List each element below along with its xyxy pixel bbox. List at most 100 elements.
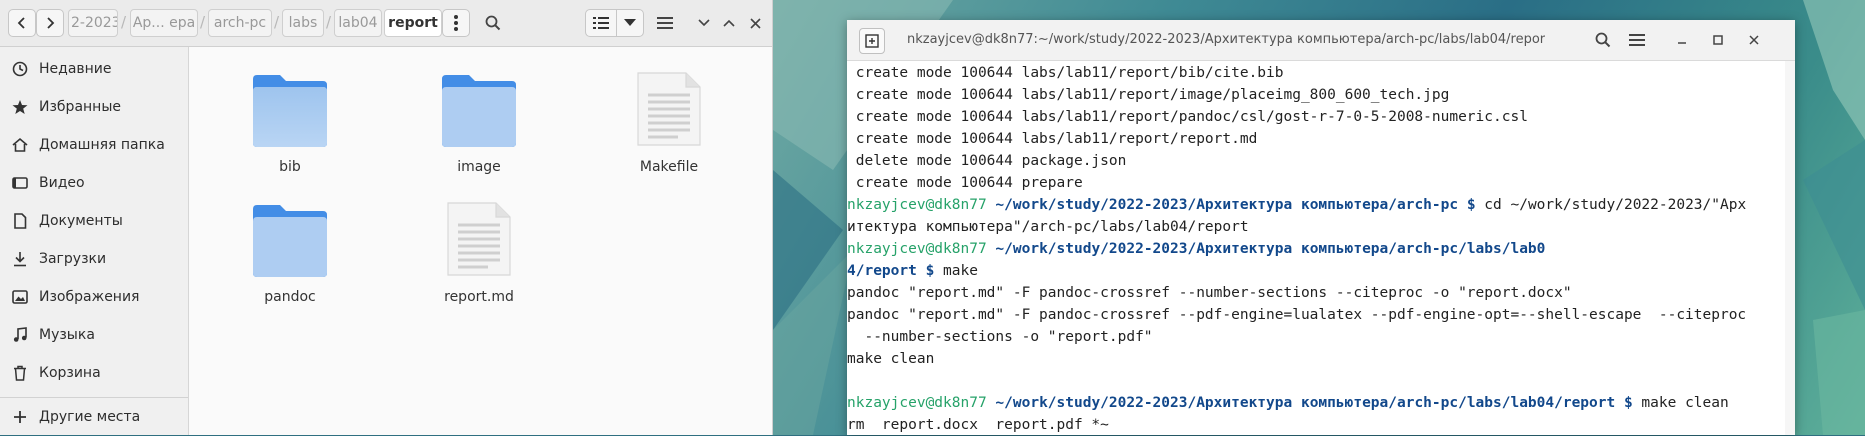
back-button[interactable] <box>8 9 36 37</box>
sidebar-item-label: Видео <box>39 175 85 191</box>
sidebar-item-trash[interactable]: Корзина <box>0 354 188 392</box>
terminal-line: итектура компьютера"/arch-pc/labs/lab04/… <box>847 219 1249 235</box>
prompt-user: nkzayjcev@dk8n77 <box>847 241 987 257</box>
file-item-bib[interactable]: bib <box>215 49 365 175</box>
video-icon <box>11 174 29 192</box>
terminal-line: create mode 100644 labs/lab11/report/bib… <box>847 65 1284 81</box>
sidebar-item-home[interactable]: Домашняя папка <box>0 126 188 164</box>
plus-icon <box>11 408 29 426</box>
terminal-close-button[interactable] <box>1742 28 1766 52</box>
sidebar-item-other-locations[interactable]: Другие места <box>0 398 188 436</box>
terminal-output[interactable]: create mode 100644 labs/lab11/report/bib… <box>847 61 1785 436</box>
terminal-minimize-button[interactable] <box>1670 28 1694 52</box>
close-icon <box>749 17 761 29</box>
terminal-line: --number-sections -o "report.pdf" <box>847 329 1153 345</box>
chevron-right-icon <box>47 17 55 29</box>
folder-icon <box>253 205 327 277</box>
prompt-path: ~/work/study/2022-2023/Архитектура компь… <box>986 241 1546 257</box>
music-icon <box>11 326 29 344</box>
sidebar-item-label: Другие места <box>39 409 141 425</box>
new-tab-button[interactable] <box>859 28 885 54</box>
terminal-line: pandoc "report.md" -F pandoc-crossref --… <box>847 285 1572 301</box>
chevron-down-icon <box>698 19 710 27</box>
file-manager-window: 2-2023 / Ар... ера / arch-pc / labs / la… <box>0 0 773 435</box>
command-text: cd ~/work/study/2022-2023/"Арх <box>1475 197 1747 213</box>
sidebar-item-label: Документы <box>39 213 123 229</box>
file-name: report.md <box>444 289 514 305</box>
sidebar-item-label: Домашняя папка <box>39 137 165 153</box>
sidebar-item-pictures[interactable]: Изображения <box>0 278 188 316</box>
search-icon <box>1595 32 1611 48</box>
prompt-dollar: $ <box>1458 197 1476 213</box>
file-item-report-md[interactable]: report.md <box>404 179 554 305</box>
file-name: pandoc <box>264 289 316 305</box>
terminal-maximize-button[interactable] <box>1706 28 1730 52</box>
prompt-dollar: $ <box>1615 395 1633 411</box>
list-view-button[interactable] <box>585 9 617 37</box>
prompt-path: 4/report <box>847 263 917 279</box>
breadcrumb-item[interactable]: labs <box>282 9 324 37</box>
home-icon <box>11 136 29 154</box>
chevron-left-icon <box>17 17 25 29</box>
chevron-up-icon <box>723 19 735 27</box>
search-icon <box>485 15 501 31</box>
breadcrumb-item[interactable]: arch-pc <box>208 9 272 37</box>
text-file-icon <box>447 202 511 276</box>
prompt-dollar: $ <box>916 263 935 279</box>
sidebar-item-downloads[interactable]: Загрузки <box>0 240 188 278</box>
breadcrumb-item[interactable]: Ар... ера <box>130 9 198 37</box>
close-icon <box>1749 35 1759 45</box>
path-menu-button[interactable] <box>442 9 470 37</box>
terminal-line: make clean <box>847 351 935 367</box>
list-view-icon <box>593 17 609 29</box>
sidebar-item-starred[interactable]: Избранные <box>0 88 188 126</box>
breadcrumb-separator: / <box>200 13 206 31</box>
sidebar-item-videos[interactable]: Видео <box>0 164 188 202</box>
file-name: image <box>457 159 501 175</box>
file-name: bib <box>279 159 301 175</box>
main-menu-button[interactable] <box>651 9 679 37</box>
terminal-prompt-line: nkzayjcev@dk8n77 ~/work/study/2022-2023/… <box>847 194 1785 216</box>
minimize-button[interactable] <box>690 9 718 37</box>
terminal-prompt-line: nkzayjcev@dk8n77 ~/work/study/2022-2023/… <box>847 392 1785 414</box>
file-item-image[interactable]: image <box>404 49 554 175</box>
maximize-button[interactable] <box>715 9 743 37</box>
clock-icon <box>11 60 29 78</box>
terminal-line: create mode 100644 labs/lab11/report/ima… <box>847 87 1450 103</box>
prompt-path: ~/work/study/2022-2023/Архитектура компь… <box>986 395 1616 411</box>
hamburger-icon <box>657 17 673 29</box>
sidebar-item-music[interactable]: Музыка <box>0 316 188 354</box>
forward-button[interactable] <box>36 9 64 37</box>
file-manager-header: 2-2023 / Ар... ера / arch-pc / labs / la… <box>0 0 772 47</box>
prompt-path: ~/work/study/2022-2023/Архитектура компь… <box>986 197 1459 213</box>
view-options-button[interactable] <box>616 9 644 37</box>
minimize-icon <box>1678 42 1686 44</box>
sidebar-item-label: Недавние <box>39 61 112 77</box>
folder-icon <box>442 75 516 147</box>
terminal-line: delete mode 100644 package.json <box>847 153 1127 169</box>
breadcrumb-item[interactable]: lab04 <box>334 9 382 37</box>
file-item-makefile[interactable]: Makefile <box>594 49 744 175</box>
sidebar: Недавние Избранные Домашняя папка Видео … <box>0 47 189 435</box>
terminal-search-button[interactable] <box>1591 28 1615 52</box>
sidebar-item-documents[interactable]: Документы <box>0 202 188 240</box>
terminal-title: nkzayjcev@dk8n77:~/work/study/2022-2023/… <box>907 32 1545 47</box>
close-button[interactable] <box>741 9 769 37</box>
new-tab-icon <box>865 34 879 48</box>
terminal-menu-button[interactable] <box>1625 28 1649 52</box>
folder-icon <box>253 75 327 147</box>
sidebar-item-label: Корзина <box>39 365 101 381</box>
terminal-line: create mode 100644 labs/lab11/report/pan… <box>847 109 1528 125</box>
text-file-icon <box>637 72 701 146</box>
sidebar-item-label: Музыка <box>39 327 95 343</box>
download-icon <box>11 250 29 268</box>
breadcrumb-current[interactable]: report <box>384 9 442 37</box>
breadcrumb-separator: / <box>274 13 280 31</box>
terminal-scrollbar[interactable] <box>1785 61 1795 435</box>
search-button[interactable] <box>479 9 507 37</box>
breadcrumb-item[interactable]: 2-2023 <box>68 9 118 37</box>
terminal-line: create mode 100644 labs/lab11/report/rep… <box>847 131 1258 147</box>
document-icon <box>11 212 29 230</box>
sidebar-item-recent[interactable]: Недавние <box>0 50 188 88</box>
file-item-pandoc[interactable]: pandoc <box>215 179 365 305</box>
